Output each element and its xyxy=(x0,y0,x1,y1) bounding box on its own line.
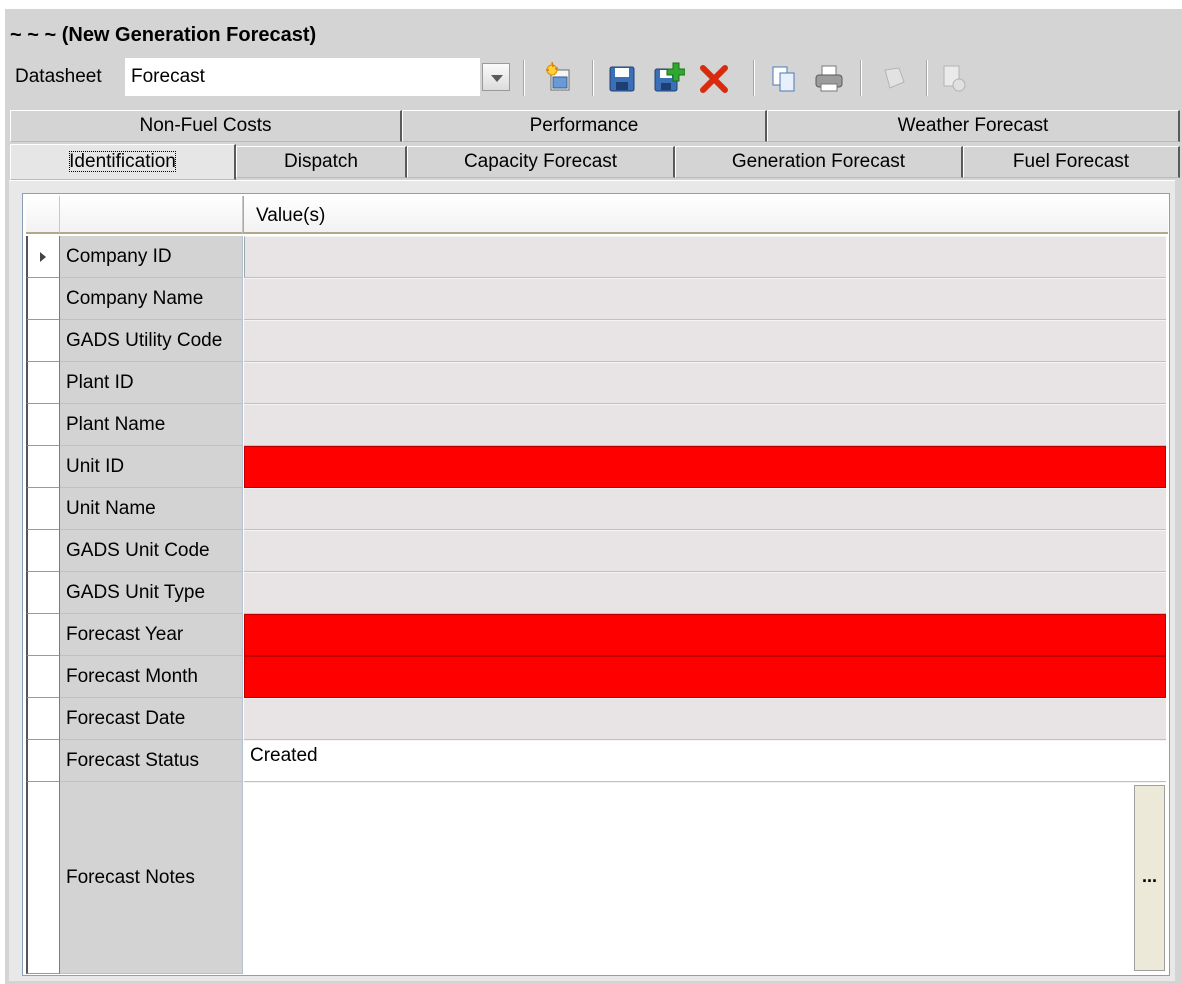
field-label: GADS Utility Code xyxy=(60,320,243,362)
grid-row-gads-utility-code[interactable]: GADS Utility Code xyxy=(26,320,1168,362)
grid-row-gads-unit-code[interactable]: GADS Unit Code xyxy=(26,530,1168,572)
row-selector[interactable] xyxy=(26,698,60,740)
field-value-cell[interactable]: Created xyxy=(244,740,1166,782)
tab-generation-forecast[interactable]: Generation Forecast xyxy=(675,146,963,178)
field-label: Unit ID xyxy=(60,446,243,488)
grid-row-gads-unit-type[interactable]: GADS Unit Type xyxy=(26,572,1168,614)
grid-row-unit-name[interactable]: Unit Name xyxy=(26,488,1168,530)
disabled-report-icon xyxy=(943,65,966,92)
field-label: GADS Unit Code xyxy=(60,530,243,572)
disabled-icon xyxy=(884,67,905,89)
delete-icon xyxy=(700,65,728,93)
row-selector[interactable] xyxy=(26,530,60,572)
row-selector[interactable] xyxy=(26,614,60,656)
window-title: ~ ~ ~ (New Generation Forecast) xyxy=(10,24,317,46)
disabled-action-button[interactable] xyxy=(877,60,911,96)
field-label: Forecast Month xyxy=(60,656,243,698)
new-record-icon xyxy=(546,61,570,91)
field-label: Forecast Notes xyxy=(60,782,243,974)
tab-dispatch[interactable]: Dispatch xyxy=(236,146,407,178)
datasheet-dropdown-button[interactable] xyxy=(482,63,510,91)
required-field-value-cell[interactable] xyxy=(244,614,1166,656)
field-value-cell[interactable] xyxy=(244,530,1166,572)
tab-performance[interactable]: Performance xyxy=(402,110,767,142)
save-button[interactable] xyxy=(605,60,639,96)
grid-row-forecast-year[interactable]: Forecast Year xyxy=(26,614,1168,656)
values-column-header: Value(s) xyxy=(243,196,1168,234)
delete-button[interactable] xyxy=(697,60,731,96)
save-and-add-button[interactable] xyxy=(651,60,686,96)
required-field-value-cell[interactable] xyxy=(244,656,1166,698)
copy-button[interactable] xyxy=(767,60,801,96)
row-selector[interactable] xyxy=(26,278,60,320)
field-value-cell[interactable] xyxy=(244,278,1166,320)
toolbar-separator xyxy=(860,60,862,96)
row-selector-header xyxy=(26,196,60,234)
row-selector[interactable] xyxy=(26,362,60,404)
grid-row-company-name[interactable]: Company Name xyxy=(26,278,1168,320)
row-selector[interactable] xyxy=(26,572,60,614)
save-icon xyxy=(609,66,635,92)
toolbar-separator xyxy=(523,60,525,96)
row-selector[interactable] xyxy=(26,488,60,530)
grid-row-plant-id[interactable]: Plant ID xyxy=(26,362,1168,404)
copy-icon xyxy=(772,66,795,92)
row-selector[interactable] xyxy=(26,740,60,782)
field-value-cell[interactable] xyxy=(244,488,1166,530)
grid-row-forecast-status[interactable]: Forecast Status Created xyxy=(26,740,1168,782)
field-label: Forecast Date xyxy=(60,698,243,740)
toolbar-separator xyxy=(592,60,594,96)
field-value-cell[interactable] xyxy=(244,572,1166,614)
row-selector[interactable] xyxy=(26,656,60,698)
grid-row-forecast-month[interactable]: Forecast Month xyxy=(26,656,1168,698)
toolbar-separator xyxy=(753,60,755,96)
grid-row-plant-name[interactable]: Plant Name xyxy=(26,404,1168,446)
field-label: Forecast Status xyxy=(60,740,243,782)
current-row-arrow-icon xyxy=(40,252,46,262)
field-value-cell[interactable] xyxy=(244,404,1166,446)
grid-row-unit-id[interactable]: Unit ID xyxy=(26,446,1168,488)
row-selector[interactable] xyxy=(26,404,60,446)
datasheet-select[interactable]: Forecast xyxy=(125,58,480,96)
field-value-cell[interactable] xyxy=(244,698,1166,740)
field-value-cell[interactable] xyxy=(244,362,1166,404)
field-value-cell[interactable] xyxy=(244,320,1166,362)
print-icon xyxy=(815,65,843,92)
print-button[interactable] xyxy=(812,60,846,96)
datasheet-label: Datasheet xyxy=(15,66,102,87)
tab-weather-forecast[interactable]: Weather Forecast xyxy=(767,110,1180,142)
field-name-header xyxy=(60,196,243,234)
required-field-value-cell[interactable] xyxy=(244,446,1166,488)
row-selector[interactable] xyxy=(26,320,60,362)
field-label: GADS Unit Type xyxy=(60,572,243,614)
field-label: Unit Name xyxy=(60,488,243,530)
row-selector[interactable] xyxy=(26,782,60,974)
tab-capacity-forecast[interactable]: Capacity Forecast xyxy=(407,146,675,178)
field-label: Company ID xyxy=(60,236,243,278)
new-record-button[interactable] xyxy=(543,60,577,96)
notes-textarea[interactable] xyxy=(244,782,1166,974)
toolbar-separator xyxy=(926,60,928,96)
row-selector[interactable] xyxy=(26,236,60,278)
tab-non-fuel-costs[interactable]: Non-Fuel Costs xyxy=(10,110,402,142)
notes-ellipsis-button[interactable]: ... xyxy=(1134,785,1165,971)
grid-row-forecast-notes[interactable]: Forecast Notes ... xyxy=(26,782,1168,974)
grid-row-company-id[interactable]: Company ID xyxy=(26,236,1168,278)
field-label: Forecast Year xyxy=(60,614,243,656)
save-and-add-icon xyxy=(654,62,686,92)
disabled-report-button[interactable] xyxy=(937,60,971,96)
tab-identification[interactable]: Identification xyxy=(10,144,236,180)
tab-fuel-forecast[interactable]: Fuel Forecast xyxy=(963,146,1180,178)
row-selector[interactable] xyxy=(26,446,60,488)
field-value-cell[interactable] xyxy=(244,236,1166,278)
field-label: Plant ID xyxy=(60,362,243,404)
field-label: Company Name xyxy=(60,278,243,320)
field-label: Plant Name xyxy=(60,404,243,446)
grid-row-forecast-date[interactable]: Forecast Date xyxy=(26,698,1168,740)
